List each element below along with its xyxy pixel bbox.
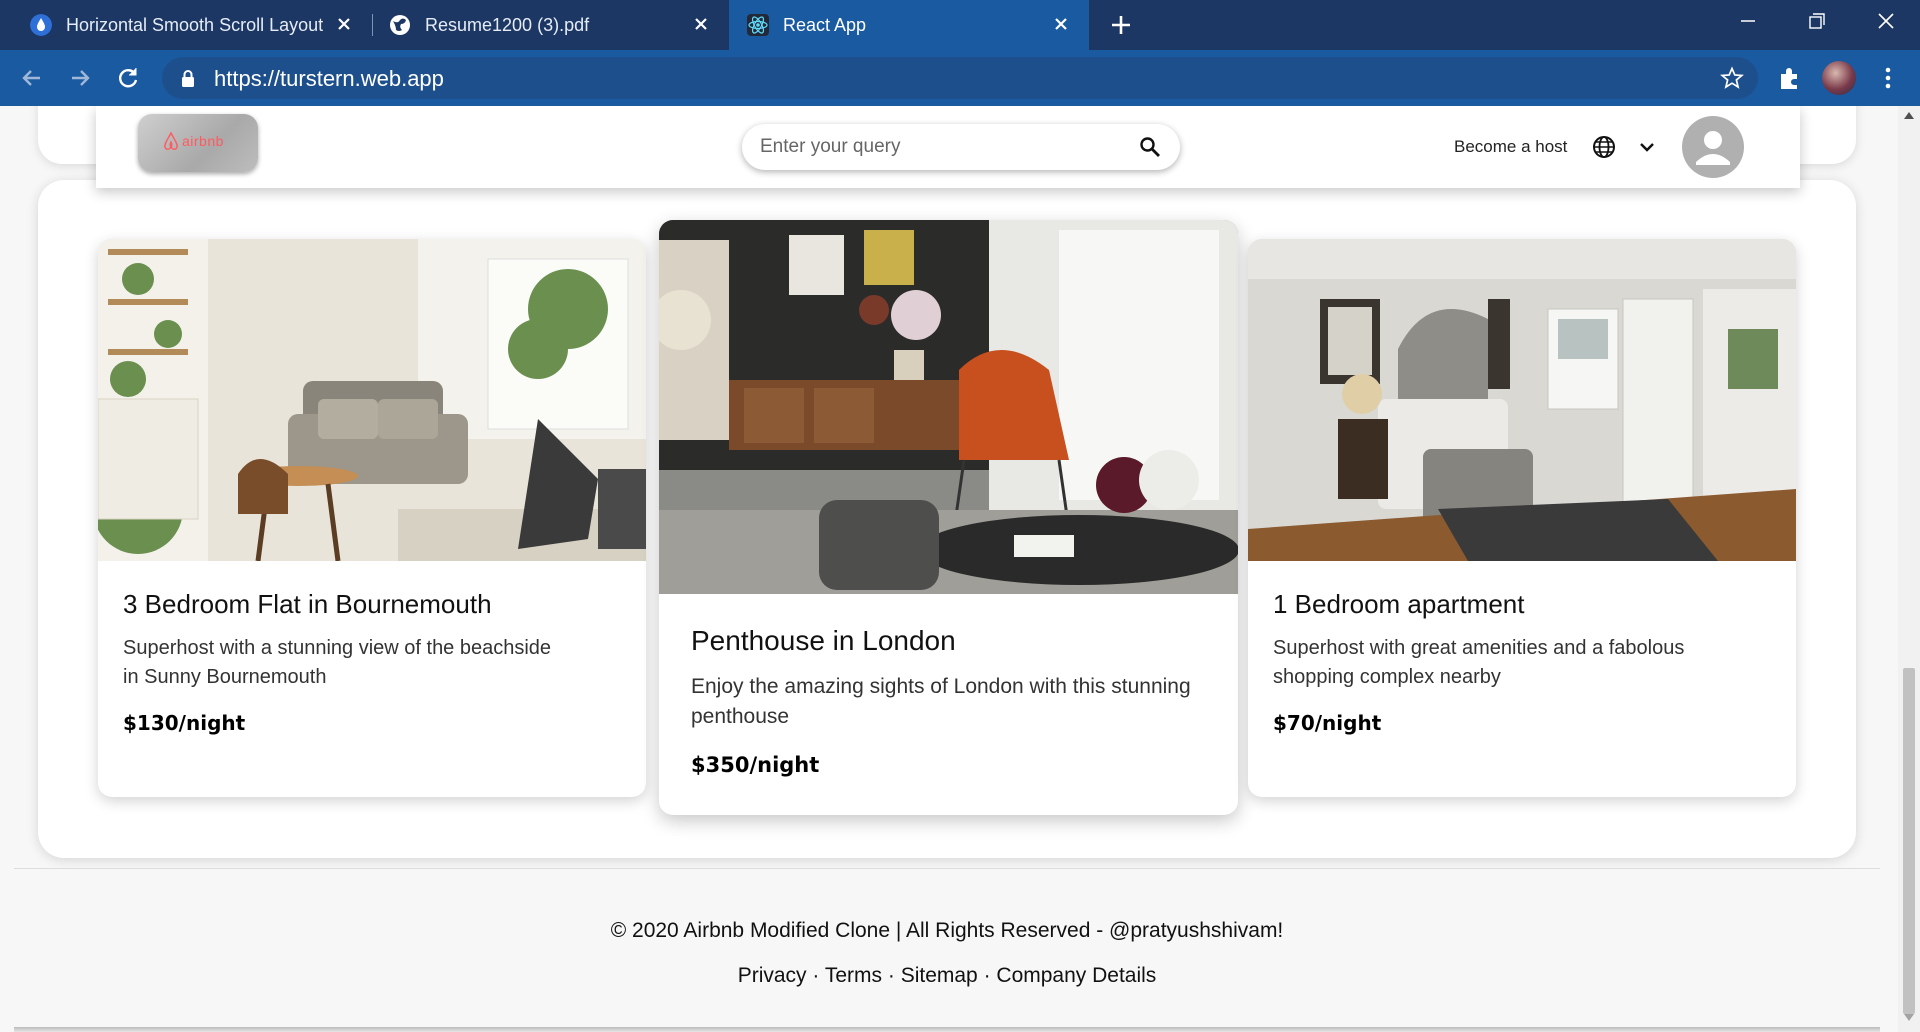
page-edge <box>14 1027 1880 1032</box>
site-header: airbnb Become a host <box>96 106 1800 188</box>
drop-icon <box>30 14 52 36</box>
tab-resume-pdf[interactable]: Resume1200 (3).pdf <box>373 0 729 50</box>
globe-icon[interactable] <box>1591 134 1617 160</box>
browser-toolbar: https://turstern.web.app <box>0 50 1920 106</box>
close-icon[interactable] <box>1051 14 1071 34</box>
search-icon[interactable] <box>1138 135 1162 159</box>
logo[interactable]: airbnb <box>138 114 258 172</box>
tab-react-app[interactable]: React App <box>729 0 1089 50</box>
extensions-icon[interactable] <box>1776 64 1804 92</box>
listing-photo <box>659 220 1238 594</box>
listing-price: $70/night <box>1273 711 1382 735</box>
listing-description: Superhost with a stunning view of the be… <box>123 637 552 688</box>
listing-card[interactable]: 3 Bedroom Flat in Bournemouth Superhost … <box>98 239 646 797</box>
reload-icon[interactable] <box>114 64 142 92</box>
listing-photo <box>98 239 646 561</box>
listing-card[interactable]: Penthouse in London Enjoy the amazing si… <box>659 220 1238 815</box>
scroll-down-arrow-icon[interactable] <box>1904 1014 1914 1021</box>
terms-link[interactable]: Terms <box>825 964 882 987</box>
react-icon <box>747 14 769 36</box>
minimize-icon[interactable] <box>1728 8 1768 38</box>
scrollbar-thumb[interactable] <box>1903 668 1915 1014</box>
scroll-up-arrow-icon[interactable] <box>1904 112 1914 119</box>
footer: © 2020 Airbnb Modified Clone | All Right… <box>14 869 1880 1027</box>
user-icon <box>1696 131 1730 165</box>
sitemap-link[interactable]: Sitemap <box>901 964 978 987</box>
listing-price: $130/night <box>123 711 246 735</box>
listing-card[interactable]: 1 Bedroom apartment Superhost with great… <box>1248 239 1796 797</box>
close-icon[interactable] <box>691 14 711 34</box>
logo-text: airbnb <box>182 133 224 149</box>
listing-description: Enjoy the amazing sights of London with … <box>691 675 1191 729</box>
link-separator: · <box>977 964 997 987</box>
back-icon[interactable] <box>18 64 46 92</box>
vertical-scrollbar[interactable] <box>1898 106 1920 1032</box>
listing-title: 1 Bedroom apartment <box>1273 589 1525 619</box>
chevron-down-icon[interactable] <box>1636 136 1658 158</box>
page-viewport: 3 Bedroom Flat in Bournemouth Superhost … <box>0 106 1898 1032</box>
forward-icon[interactable] <box>66 64 94 92</box>
become-host-link[interactable]: Become a host <box>1454 137 1567 157</box>
profile-avatar[interactable] <box>1822 61 1856 95</box>
lock-icon <box>182 70 194 87</box>
listing-title: Penthouse in London <box>691 625 956 656</box>
tab-title: Resume1200 (3).pdf <box>425 14 590 35</box>
link-separator: · <box>806 964 825 987</box>
avatar[interactable] <box>1682 116 1744 178</box>
link-separator: · <box>882 964 901 987</box>
listing-price: $350/night <box>691 753 820 777</box>
listing-photo <box>1248 239 1796 561</box>
bookmark-star-icon[interactable] <box>1720 66 1744 90</box>
listing-description: Superhost with great amenities and a fab… <box>1273 637 1685 688</box>
new-tab-icon[interactable] <box>1108 12 1134 38</box>
tab-title: React App <box>783 14 867 35</box>
company-details-link[interactable]: Company Details <box>996 964 1156 987</box>
address-bar[interactable]: https://turstern.web.app <box>162 57 1758 99</box>
search-input[interactable] <box>760 132 1120 162</box>
privacy-link[interactable]: Privacy <box>738 964 807 987</box>
globe-icon <box>390 15 410 35</box>
footer-links: Privacy · Terms · Sitemap · Company Deta… <box>14 964 1880 988</box>
close-icon[interactable] <box>334 14 354 34</box>
search-bar[interactable] <box>742 124 1180 170</box>
copyright-text: © 2020 Airbnb Modified Clone | All Right… <box>610 919 1284 942</box>
window-close-icon[interactable] <box>1866 8 1906 38</box>
tab-horizontal-scroll[interactable]: Horizontal Smooth Scroll Layout <box>0 0 372 50</box>
listing-title: 3 Bedroom Flat in Bournemouth <box>123 589 492 619</box>
tab-strip: Horizontal Smooth Scroll Layout Resume12… <box>0 0 1920 50</box>
restore-icon[interactable] <box>1796 8 1836 38</box>
tab-title: Horizontal Smooth Scroll Layout <box>66 14 324 35</box>
menu-dots-icon[interactable] <box>1874 64 1902 92</box>
url-text: https://turstern.web.app <box>214 66 444 91</box>
airbnb-logo-icon <box>164 131 178 150</box>
